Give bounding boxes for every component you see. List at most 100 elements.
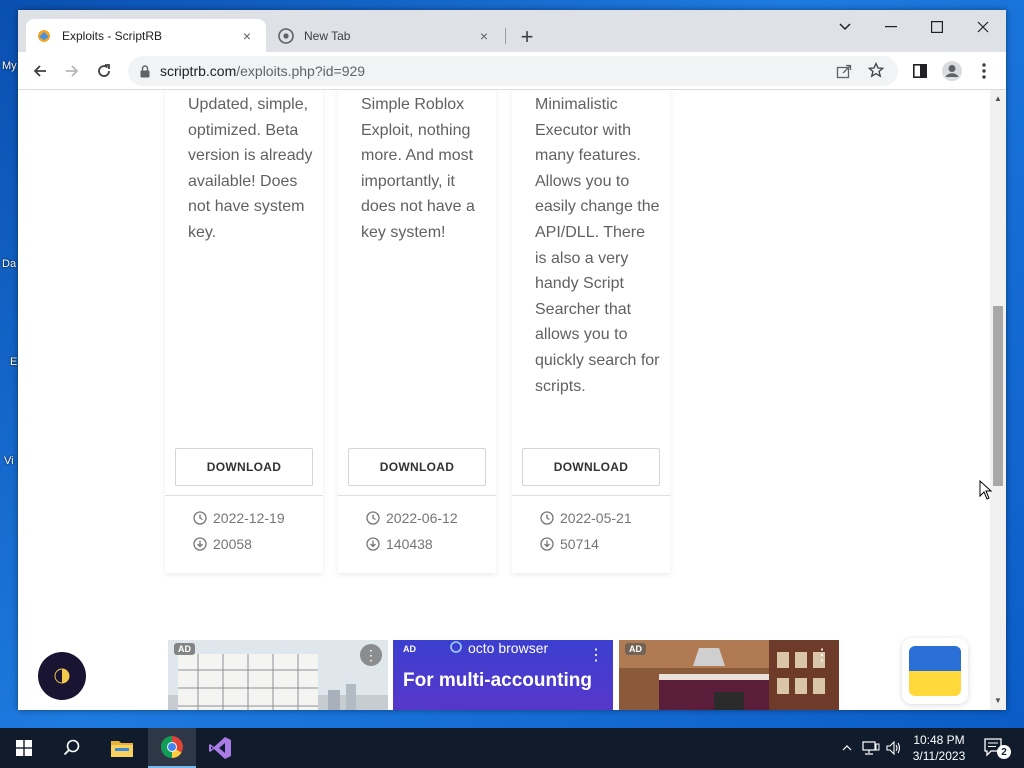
download-icon (193, 537, 207, 551)
lock-icon[interactable] (140, 64, 150, 78)
tab-title: New Tab (304, 28, 351, 43)
octo-brand: octo browser (449, 640, 548, 656)
date-text: 2022-12-19 (213, 510, 285, 526)
menu-kebab-icon[interactable] (969, 56, 999, 86)
ad-menu-button[interactable]: ⋮ (585, 644, 607, 666)
url-host: scriptrb.com (160, 63, 237, 79)
ad-label: AD (174, 643, 195, 655)
chrome-taskbar-button[interactable] (148, 728, 196, 768)
tab-strip: Exploits - ScriptRB × New Tab × + (18, 10, 1006, 52)
ad-banner-building[interactable]: AD ⋮ (168, 640, 388, 710)
download-count: 140438 (366, 536, 433, 552)
address-bar[interactable]: scriptrb.com/exploits.php?id=929 (128, 56, 898, 86)
octo-logo-icon (450, 641, 462, 653)
scroll-down-icon[interactable]: ▼ (994, 696, 1002, 705)
search-button[interactable] (48, 728, 96, 768)
new-tab-button[interactable]: + (515, 24, 539, 49)
minimize-button[interactable] (868, 12, 914, 42)
file-explorer-button[interactable] (98, 728, 146, 768)
exploit-description: Updated, simple, optimized. Beta version… (188, 96, 313, 241)
clock-icon (366, 511, 380, 525)
tab-exploits[interactable]: Exploits - ScriptRB × (26, 19, 266, 52)
visual-studio-icon (209, 737, 231, 759)
scriptrb-favicon-icon (36, 28, 52, 44)
ad-menu-button[interactable]: ⋮ (811, 644, 833, 666)
close-window-button[interactable] (960, 12, 1006, 42)
volume-icon[interactable] (884, 728, 904, 768)
side-panel-icon[interactable] (905, 56, 935, 86)
desktop-icon-label[interactable]: Vi (4, 455, 14, 467)
chrome-icon (161, 736, 183, 758)
scroll-thumb[interactable] (993, 306, 1003, 486)
exploit-description: Minimalistic Executor with many features… (535, 96, 660, 395)
download-button[interactable]: DOWNLOAD (522, 448, 660, 486)
page-scrollbar[interactable]: ▲ ▼ (990, 90, 1006, 710)
date-text: 2022-05-21 (560, 510, 632, 526)
start-button[interactable] (0, 728, 48, 768)
ad-label: AD (403, 644, 416, 654)
octo-brand-name: octo browser (468, 640, 549, 656)
ad-banner-octo[interactable]: AD octo browser For multi-accounting ⋮ (393, 640, 613, 710)
browser-toolbar: scriptrb.com/exploits.php?id=929 (18, 52, 1006, 90)
tray-chevron-icon[interactable] (838, 728, 856, 768)
maximize-button[interactable] (914, 12, 960, 42)
ukraine-flag-widget[interactable] (902, 638, 968, 704)
desktop-icon-label[interactable]: My (2, 60, 17, 72)
tab-search-icon[interactable] (822, 12, 868, 42)
ad-banner-kitchen[interactable]: AD ⋮ (619, 640, 839, 710)
download-count-text: 50714 (560, 536, 599, 552)
share-icon[interactable] (836, 63, 852, 82)
download-count-text: 20058 (213, 536, 252, 552)
floating-theme-button[interactable] (38, 652, 86, 700)
download-count: 50714 (540, 536, 599, 552)
exploit-card: Updated, simple, optimized. Beta version… (165, 90, 323, 573)
chrome-favicon-icon (278, 27, 294, 44)
tab-close-icon[interactable]: × (475, 27, 493, 45)
download-count-text: 140438 (386, 536, 433, 552)
exploit-card: Minimalistic Executor with many features… (512, 90, 670, 573)
tab-separator (505, 28, 506, 44)
tab-close-icon[interactable]: × (238, 27, 256, 45)
network-icon[interactable] (860, 728, 882, 768)
taskbar: 10:48 PM 3/11/2023 2 (0, 728, 1024, 768)
download-button[interactable]: DOWNLOAD (175, 448, 313, 486)
card-divider (338, 495, 496, 496)
download-button[interactable]: DOWNLOAD (348, 448, 486, 486)
exploit-card: Simple Roblox Exploit, nothing more. And… (338, 90, 496, 573)
ad-headline: For multi-accounting (403, 670, 592, 691)
download-icon (366, 537, 380, 551)
card-divider (512, 495, 670, 496)
page-viewport: Updated, simple, optimized. Beta version… (18, 90, 990, 710)
search-icon (63, 739, 80, 756)
download-count: 20058 (193, 536, 252, 552)
tab-new-tab[interactable]: New Tab × (268, 19, 503, 52)
half-moon-icon (54, 668, 70, 684)
profile-avatar[interactable] (937, 56, 967, 86)
notification-center-button[interactable]: 2 (978, 728, 1012, 768)
exploit-description: Simple Roblox Exploit, nothing more. And… (361, 96, 475, 241)
scroll-up-icon[interactable]: ▲ (994, 94, 1002, 103)
notification-badge: 2 (997, 745, 1011, 759)
reload-button[interactable] (89, 56, 119, 86)
clock-icon (193, 511, 207, 525)
ad-menu-button[interactable]: ⋮ (360, 644, 382, 666)
url-path: /exploits.php?id=929 (236, 63, 366, 79)
chrome-window: Exploits - ScriptRB × New Tab × + script… (18, 10, 1006, 710)
back-button[interactable] (25, 56, 55, 86)
bookmark-star-icon[interactable] (867, 61, 885, 81)
desktop-icon-label[interactable]: Da (2, 258, 16, 270)
release-date: 2022-06-12 (366, 510, 458, 526)
visual-studio-button[interactable] (196, 728, 244, 768)
tab-title: Exploits - ScriptRB (62, 28, 163, 43)
system-clock[interactable]: 10:48 PM 3/11/2023 (906, 732, 972, 764)
ad-label: AD (625, 643, 646, 655)
folder-icon (111, 741, 133, 757)
clock-time: 10:48 PM (913, 733, 965, 747)
mouse-cursor-icon (979, 479, 993, 505)
download-icon (540, 537, 554, 551)
kitchen-photo (619, 640, 839, 710)
release-date: 2022-05-21 (540, 510, 632, 526)
desktop-icon-label[interactable]: E (10, 356, 17, 368)
card-divider (165, 495, 323, 496)
forward-button[interactable] (57, 56, 87, 86)
